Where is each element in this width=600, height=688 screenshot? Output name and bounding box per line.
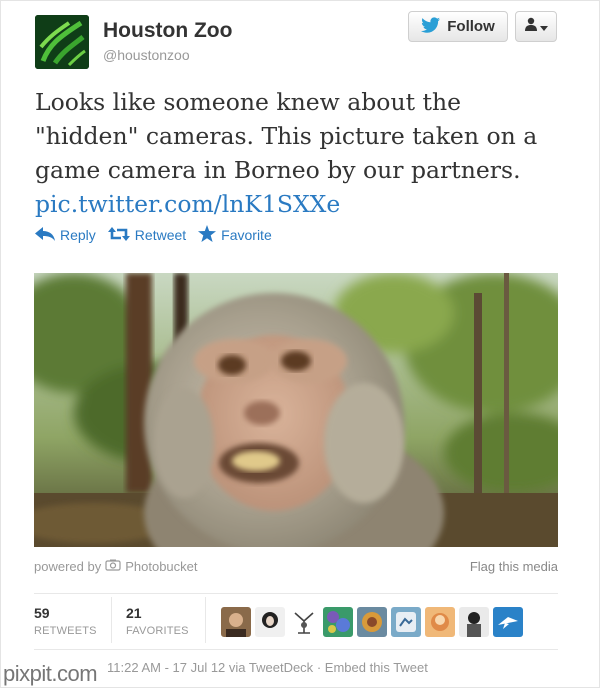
- powered-by-label: powered by: [34, 559, 102, 574]
- camera-icon: [105, 559, 121, 574]
- avatar[interactable]: [425, 607, 455, 637]
- flag-media-link[interactable]: Flag this media: [470, 559, 558, 574]
- author-handle[interactable]: @houstonzoo: [103, 47, 190, 63]
- tweet-text: Looks like someone knew about the "hidde…: [35, 85, 565, 221]
- star-icon: [198, 225, 217, 245]
- retweet-label: Retweet: [134, 227, 187, 243]
- tweet-card: Houston Zoo @houstonzoo Follow Looks lik…: [0, 0, 600, 688]
- avatar[interactable]: [255, 607, 285, 637]
- retweets-stat[interactable]: 59 RETWEETS: [34, 605, 97, 637]
- avatar[interactable]: [357, 607, 387, 637]
- tweet-photo[interactable]: [34, 273, 558, 547]
- tweet-line: Looks like someone knew about the: [35, 88, 461, 116]
- tweet-line: game camera in Borneo by our partners.: [35, 156, 521, 184]
- retweets-count: 59: [34, 605, 50, 621]
- powered-by: powered by Photobucket: [34, 559, 198, 574]
- media-link[interactable]: pic.twitter.com/lnK1SXXe: [35, 187, 565, 221]
- photobucket-link[interactable]: Photobucket: [125, 559, 197, 574]
- retweet-action[interactable]: Retweet: [107, 226, 187, 244]
- favorite-label: Favorite: [221, 227, 272, 243]
- follow-label: Follow: [447, 18, 495, 35]
- user-actions-dropdown[interactable]: [515, 11, 557, 42]
- favoriter-avatars: [221, 607, 523, 637]
- retweets-label: RETWEETS: [34, 625, 97, 637]
- tweet-meta: 11:22 AM - 17 Jul 12 via TweetDeck · Emb…: [107, 660, 428, 675]
- retweet-icon: [107, 226, 130, 244]
- avatar[interactable]: [289, 607, 319, 637]
- houston-zoo-logo[interactable]: [35, 15, 89, 69]
- bird-icon: [421, 16, 441, 37]
- avatar[interactable]: [391, 607, 421, 637]
- watermark: pixpit.com: [3, 661, 98, 686]
- favorites-stat[interactable]: 21 FAVORITES: [126, 605, 189, 637]
- stat-divider: [205, 597, 206, 643]
- reply-arrow-icon: [35, 226, 55, 244]
- stat-divider: [111, 597, 112, 643]
- timestamp[interactable]: 11:22 AM - 17 Jul 12 via TweetDeck: [107, 660, 313, 675]
- tweet-line: "hidden" cameras. This picture taken on …: [35, 122, 538, 150]
- reply-action[interactable]: Reply: [35, 226, 96, 244]
- avatar[interactable]: [459, 607, 489, 637]
- favorites-label: FAVORITES: [126, 625, 189, 637]
- meta-separator: ·: [316, 660, 322, 675]
- divider: [34, 593, 558, 594]
- author-name[interactable]: Houston Zoo: [103, 19, 232, 43]
- favorites-count: 21: [126, 605, 142, 621]
- divider: [34, 649, 558, 650]
- follow-button[interactable]: Follow: [408, 11, 508, 42]
- reply-label: Reply: [60, 227, 96, 243]
- tweet-actions: Reply Retweet Favorite: [35, 224, 284, 246]
- caret-down-icon: [539, 18, 548, 36]
- avatar[interactable]: [323, 607, 353, 637]
- avatar[interactable]: [221, 607, 251, 637]
- user-icon: [524, 17, 537, 36]
- favorite-action[interactable]: Favorite: [198, 225, 272, 245]
- avatar[interactable]: [493, 607, 523, 637]
- embed-tweet-link[interactable]: Embed this Tweet: [325, 660, 428, 675]
